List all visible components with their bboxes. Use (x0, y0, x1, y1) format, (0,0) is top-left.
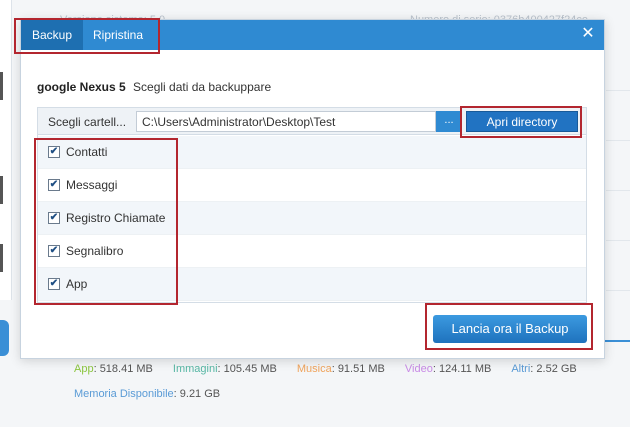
stat-app: App: 518.41 MB (74, 363, 153, 375)
stat-label: Immagini (172, 363, 218, 375)
background-side-tab[interactable] (0, 320, 9, 356)
free-memory-row: Memoria Disponibile: 9.21 GB (74, 388, 614, 400)
stat-value: : 9.21 GB (173, 388, 221, 400)
rail-marker (0, 72, 3, 100)
item-label: Segnalibro (66, 244, 124, 258)
stat-value: : 2.52 GB (530, 363, 577, 375)
stat-other: Altri: 2.52 GB (511, 363, 576, 375)
item-label: App (66, 277, 88, 291)
path-input[interactable] (136, 111, 436, 132)
background-right-lines (606, 50, 630, 350)
item-label: Messaggi (66, 178, 118, 192)
checkbox-messages[interactable]: ✔ (48, 179, 60, 191)
storage-stats: App: 518.41 MB Immagini: 105.45 MB Music… (74, 363, 614, 400)
stat-label: Altri (511, 363, 531, 375)
stat-label: Musica (296, 363, 332, 375)
stat-label: Memoria Disponibile (74, 388, 174, 400)
browse-button[interactable]: ... (436, 111, 462, 132)
backup-options-panel: Scegli cartell... ... Apri directory ✔ C… (37, 107, 587, 303)
list-item-call-log[interactable]: ✔ Registro Chiamate (38, 202, 586, 235)
backup-instruction: Scegli dati da backuppare (133, 80, 272, 94)
item-label: Contatti (66, 145, 108, 159)
list-item-bookmarks[interactable]: ✔ Segnalibro (38, 235, 586, 268)
stat-images: Immagini: 105.45 MB (173, 363, 277, 375)
tab-restore[interactable]: Ripristina (83, 20, 153, 50)
folder-label: Scegli cartell... (48, 115, 127, 129)
checkbox-apps[interactable]: ✔ (48, 278, 60, 290)
device-heading: google Nexus 5 Scegli dati da backuppare (37, 80, 271, 94)
close-icon[interactable]: ✕ (578, 24, 598, 44)
rail-marker (0, 244, 3, 272)
item-label: Registro Chiamate (66, 211, 166, 225)
storage-stats-row: App: 518.41 MB Immagini: 105.45 MB Music… (74, 363, 614, 375)
stat-video: Video: 124.11 MB (405, 363, 491, 375)
open-directory-button[interactable]: Apri directory (466, 111, 578, 132)
dialog-header: Backup Ripristina ✕ (21, 20, 604, 50)
backup-dialog: Backup Ripristina ✕ google Nexus 5 Scegl… (20, 19, 605, 359)
folder-row: Scegli cartell... ... Apri directory (38, 108, 586, 135)
data-type-list: ✔ Contatti ✔ Messaggi ✔ Registro Chiamat… (38, 136, 586, 301)
background-left-rail (0, 0, 12, 300)
device-name: google Nexus 5 (37, 80, 126, 94)
checkbox-bookmarks[interactable]: ✔ (48, 245, 60, 257)
stat-value: : 518.41 MB (93, 363, 153, 375)
list-item-contacts[interactable]: ✔ Contatti (38, 136, 586, 169)
list-item-messages[interactable]: ✔ Messaggi (38, 169, 586, 202)
tab-backup[interactable]: Backup (21, 20, 83, 50)
stat-music: Musica: 91.51 MB (297, 363, 385, 375)
stat-value: : 105.45 MB (217, 363, 277, 375)
stat-free-memory: Memoria Disponibile: 9.21 GB (74, 388, 220, 400)
start-backup-button[interactable]: Lancia ora il Backup (433, 315, 587, 343)
stat-value: : 124.11 MB (432, 363, 492, 375)
stat-label: Video (404, 363, 433, 375)
checkbox-call-log[interactable]: ✔ (48, 212, 60, 224)
stat-label: App (74, 363, 94, 375)
rail-marker (0, 176, 3, 204)
stat-value: : 91.51 MB (331, 363, 385, 375)
checkbox-contacts[interactable]: ✔ (48, 146, 60, 158)
list-item-apps[interactable]: ✔ App (38, 268, 586, 301)
